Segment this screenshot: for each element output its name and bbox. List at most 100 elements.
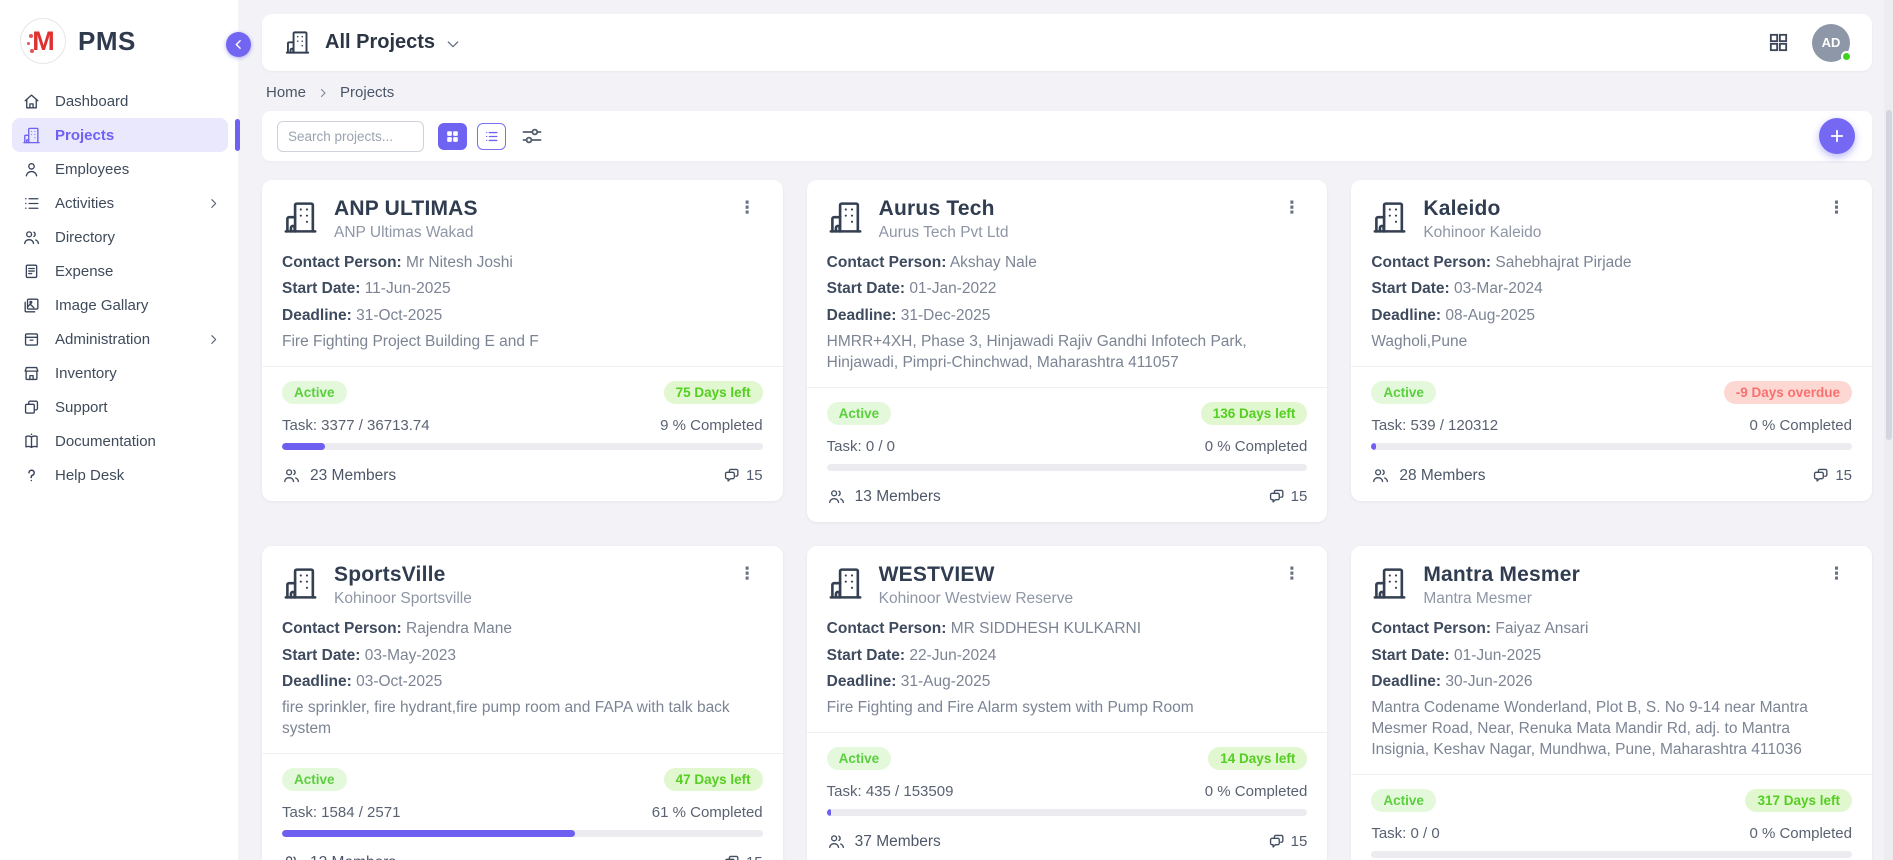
home-icon bbox=[22, 92, 41, 111]
progress-bar bbox=[282, 830, 763, 837]
building-icon bbox=[1371, 199, 1408, 236]
deadline-value: 31-Aug-2025 bbox=[901, 673, 991, 690]
page-title[interactable]: All Projects bbox=[325, 31, 435, 54]
project-card-anp-ultimas[interactable]: ANP ULTIMAS ANP Ultimas Wakad ⋮ Contact … bbox=[262, 180, 783, 501]
status-badge: Active bbox=[827, 402, 892, 425]
percent-completed: 0 % Completed bbox=[1749, 417, 1852, 434]
deadline-label: Deadline: bbox=[1371, 673, 1441, 690]
sidebar-item-directory[interactable]: Directory bbox=[12, 220, 228, 254]
card-menu-button[interactable]: ⋮ bbox=[1277, 197, 1307, 218]
breadcrumb-projects[interactable]: Projects bbox=[340, 84, 394, 101]
grid-view-button[interactable] bbox=[438, 123, 467, 150]
project-card-kaleido[interactable]: Kaleido Kohinoor Kaleido ⋮ Contact Perso… bbox=[1351, 180, 1872, 501]
page-scrollbar[interactable] bbox=[1884, 0, 1893, 860]
scrollbar-thumb[interactable] bbox=[1886, 110, 1892, 440]
card-menu-button[interactable]: ⋮ bbox=[1277, 563, 1307, 584]
progress-bar bbox=[1371, 443, 1852, 450]
deadline-label: Deadline: bbox=[282, 673, 352, 690]
sidebar-item-support[interactable]: Support bbox=[12, 390, 228, 424]
project-subtitle: Aurus Tech Pvt Ltd bbox=[879, 224, 1009, 242]
contact-person-value: Faiyaz Ansari bbox=[1495, 620, 1588, 637]
contact-person-label: Contact Person: bbox=[827, 620, 947, 637]
chevron-down-icon[interactable] bbox=[445, 36, 461, 52]
online-status-dot bbox=[1841, 51, 1852, 62]
card-menu-button[interactable]: ⋮ bbox=[733, 563, 763, 584]
status-badge: Active bbox=[1371, 381, 1436, 404]
user-avatar[interactable]: AD bbox=[1812, 24, 1850, 62]
breadcrumb: Home Projects bbox=[266, 84, 1872, 101]
building-icon bbox=[22, 126, 41, 145]
search-input[interactable] bbox=[277, 121, 424, 152]
sidebar-collapse-button[interactable] bbox=[226, 32, 251, 57]
project-subtitle: Mantra Mesmer bbox=[1423, 590, 1580, 608]
percent-completed: 0 % Completed bbox=[1205, 438, 1308, 455]
project-subtitle: Kohinoor Westview Reserve bbox=[879, 590, 1073, 608]
start-date-label: Start Date: bbox=[827, 647, 905, 664]
sidebar-item-help-desk[interactable]: Help Desk bbox=[12, 458, 228, 492]
app-logo[interactable]: M PMS bbox=[0, 0, 238, 78]
comments-counter[interactable]: 15 bbox=[722, 853, 763, 860]
projects-grid: ANP ULTIMAS ANP Ultimas Wakad ⋮ Contact … bbox=[262, 180, 1872, 860]
start-date-value: 11-Jun-2025 bbox=[365, 280, 451, 297]
list-view-button[interactable] bbox=[477, 123, 506, 150]
sidebar-item-activities[interactable]: Activities bbox=[12, 186, 228, 220]
project-subtitle: ANP Ultimas Wakad bbox=[334, 224, 478, 242]
project-card-mantra-mesmer[interactable]: Mantra Mesmer Mantra Mesmer ⋮ Contact Pe… bbox=[1351, 546, 1872, 860]
chat-icon bbox=[722, 853, 741, 860]
sidebar-item-employees[interactable]: Employees bbox=[12, 152, 228, 186]
contact-person-value: MR SIDDHESH KULKARNI bbox=[951, 620, 1141, 637]
filter-sliders-icon[interactable] bbox=[520, 124, 544, 148]
deadline-label: Deadline: bbox=[1371, 307, 1441, 324]
contact-person-label: Contact Person: bbox=[282, 620, 402, 637]
list-view-icon bbox=[483, 128, 500, 145]
add-project-button[interactable] bbox=[1819, 118, 1855, 154]
apps-grid-icon[interactable] bbox=[1767, 31, 1790, 54]
project-card-aurus-tech[interactable]: Aurus Tech Aurus Tech Pvt Ltd ⋮ Contact … bbox=[807, 180, 1328, 522]
project-card-westview[interactable]: WESTVIEW Kohinoor Westview Reserve ⋮ Con… bbox=[807, 546, 1328, 860]
project-card-sportsville[interactable]: SportsVille Kohinoor Sportsville ⋮ Conta… bbox=[262, 546, 783, 860]
project-title: Aurus Tech bbox=[879, 197, 1009, 221]
divider bbox=[1351, 366, 1872, 367]
sidebar-item-expense[interactable]: Expense bbox=[12, 254, 228, 288]
progress-bar bbox=[827, 464, 1308, 471]
sidebar-item-dashboard[interactable]: Dashboard bbox=[12, 84, 228, 118]
project-title: SportsVille bbox=[334, 563, 472, 587]
contact-person-label: Contact Person: bbox=[282, 254, 402, 271]
card-menu-button[interactable]: ⋮ bbox=[1822, 563, 1852, 584]
members-count: 13 Members bbox=[855, 488, 941, 506]
card-menu-button[interactable]: ⋮ bbox=[733, 197, 763, 218]
sidebar-item-projects[interactable]: Projects bbox=[12, 118, 228, 152]
comments-counter[interactable]: 15 bbox=[722, 466, 763, 485]
progress-bar bbox=[1371, 851, 1852, 858]
deadline-value: 03-Oct-2025 bbox=[356, 673, 442, 690]
start-date-label: Start Date: bbox=[282, 280, 360, 297]
contact-person-label: Contact Person: bbox=[827, 254, 947, 271]
contact-person-value: Rajendra Mane bbox=[406, 620, 512, 637]
comments-counter[interactable]: 15 bbox=[1811, 466, 1852, 485]
percent-completed: 0 % Completed bbox=[1749, 825, 1852, 842]
people-icon bbox=[22, 228, 41, 247]
project-title: ANP ULTIMAS bbox=[334, 197, 478, 221]
project-title: Mantra Mesmer bbox=[1423, 563, 1580, 587]
sidebar-item-inventory[interactable]: Inventory bbox=[12, 356, 228, 390]
projects-toolbar bbox=[262, 111, 1872, 161]
card-menu-button[interactable]: ⋮ bbox=[1822, 197, 1852, 218]
project-description: HMRR+4XH, Phase 3, Hinjawadi Rajiv Gandh… bbox=[827, 332, 1308, 374]
project-description: Fire Fighting and Fire Alarm system with… bbox=[827, 698, 1308, 719]
status-badge: Active bbox=[282, 768, 347, 791]
breadcrumb-home[interactable]: Home bbox=[266, 84, 306, 101]
receipt-icon bbox=[22, 262, 41, 281]
comments-counter[interactable]: 15 bbox=[1267, 487, 1308, 506]
days-left-badge: 75 Days left bbox=[664, 381, 763, 404]
comments-count: 15 bbox=[1835, 467, 1852, 484]
comments-counter[interactable]: 15 bbox=[1267, 832, 1308, 851]
days-left-badge: 14 Days left bbox=[1208, 747, 1307, 770]
deadline-label: Deadline: bbox=[282, 307, 352, 324]
sidebar-item-administration[interactable]: Administration bbox=[12, 322, 228, 356]
chevron-right-icon bbox=[317, 87, 329, 99]
project-description: Mantra Codename Wonderland, Plot B, S. N… bbox=[1371, 698, 1852, 761]
sidebar-item-image-gallary[interactable]: Image Gallary bbox=[12, 288, 228, 322]
divider bbox=[262, 753, 783, 754]
sidebar-item-documentation[interactable]: Documentation bbox=[12, 424, 228, 458]
divider bbox=[262, 366, 783, 367]
